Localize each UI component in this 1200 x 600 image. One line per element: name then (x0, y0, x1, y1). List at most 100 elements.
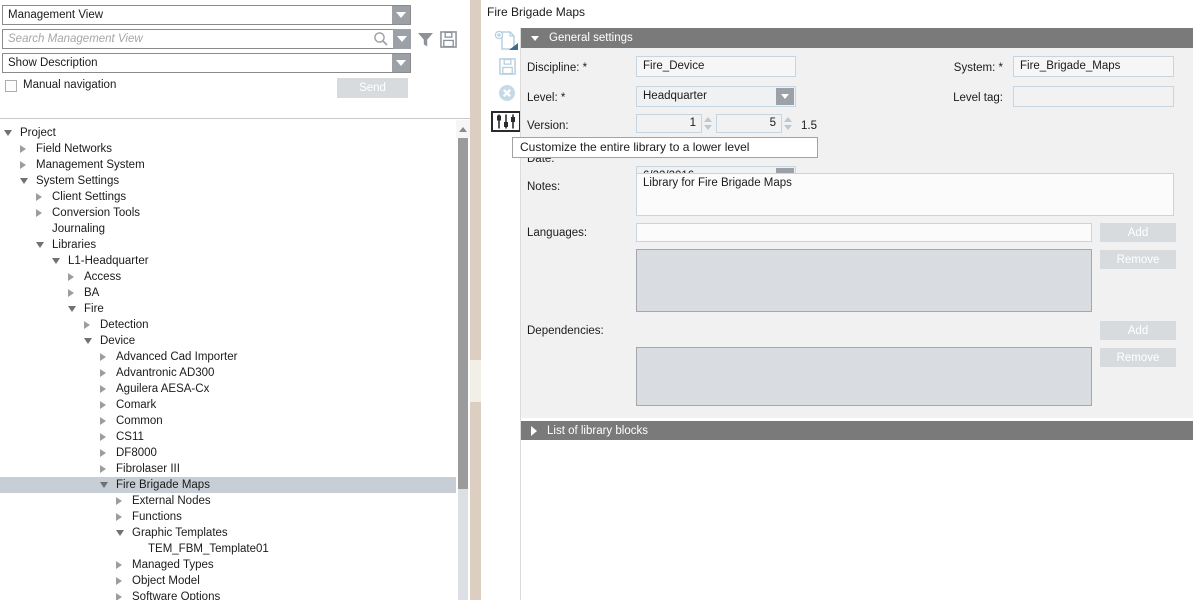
tree-expander-collapsed-icon[interactable] (100, 353, 114, 361)
tree-expander-collapsed-icon[interactable] (100, 401, 114, 409)
notes-field[interactable]: Library for Fire Brigade Maps (636, 173, 1174, 216)
dependencies-add-button[interactable]: Add (1100, 321, 1176, 340)
search-input[interactable] (2, 29, 411, 49)
version-minor-field[interactable]: 5 (716, 114, 782, 133)
tree-item[interactable]: Graphic Templates (0, 525, 456, 541)
level-dropdown-button[interactable] (776, 88, 794, 105)
system-field[interactable]: Fire_Brigade_Maps (1013, 56, 1174, 77)
tree-expander-expanded-icon[interactable] (4, 130, 18, 136)
save-search-button[interactable] (439, 30, 457, 48)
tree-expander-collapsed-icon[interactable] (68, 289, 82, 297)
panel-splitter-handle[interactable] (470, 360, 481, 402)
languages-listbox[interactable] (636, 249, 1092, 312)
tree-expander-expanded-icon[interactable] (20, 178, 34, 184)
management-view-dropdown-button[interactable] (392, 6, 410, 24)
tree-expander-collapsed-icon[interactable] (100, 433, 114, 441)
tree-item[interactable]: Software Options (0, 589, 456, 600)
tree-item[interactable]: Fire Brigade Maps (0, 477, 456, 493)
import-library-button[interactable] (493, 30, 519, 51)
filter-button[interactable] (416, 31, 434, 48)
level-combo[interactable]: Headquarter (636, 86, 796, 107)
tree-item[interactable]: Management System (0, 157, 456, 173)
tree-expander-collapsed-icon[interactable] (20, 161, 34, 169)
send-button[interactable]: Send (337, 78, 408, 98)
languages-input[interactable] (636, 223, 1092, 242)
languages-add-button[interactable]: Add (1100, 223, 1176, 242)
tree-item[interactable]: Fibrolaser III (0, 461, 456, 477)
tree-expander-collapsed-icon[interactable] (116, 577, 130, 585)
tree-item[interactable]: Managed Types (0, 557, 456, 573)
tree-expander-expanded-icon[interactable] (68, 306, 82, 312)
tree-item[interactable]: Device (0, 333, 456, 349)
tree-item[interactable]: Journaling (0, 221, 456, 237)
version-minor-stepper[interactable] (783, 114, 793, 133)
tree-item[interactable]: Libraries (0, 237, 456, 253)
tree-expander-collapsed-icon[interactable] (84, 321, 98, 329)
tree-expander-collapsed-icon[interactable] (68, 273, 82, 281)
tree-item[interactable]: Advanced Cad Importer (0, 349, 456, 365)
tree-expander-collapsed-icon[interactable] (36, 209, 50, 217)
tree-scrollbar-thumb[interactable] (458, 138, 468, 489)
tree-item[interactable]: Advantronic AD300 (0, 365, 456, 381)
management-view-combo[interactable]: Management View (2, 5, 411, 25)
tree-expander-expanded-icon[interactable] (84, 338, 98, 344)
tooltip-text: Customize the entire library to a lower … (520, 140, 749, 154)
tree-item[interactable]: Client Settings (0, 189, 456, 205)
tree-expander-collapsed-icon[interactable] (116, 561, 130, 569)
tree-item[interactable]: L1-Headquarter (0, 253, 456, 269)
tree-item[interactable]: Field Networks (0, 141, 456, 157)
general-settings-header[interactable]: General settings (521, 28, 1193, 48)
tree-item[interactable]: CS11 (0, 429, 456, 445)
tree-item[interactable]: Object Model (0, 573, 456, 589)
version-major-field[interactable]: 1 (636, 114, 702, 133)
tree-scrollbar-up-button[interactable] (456, 120, 470, 138)
show-description-combo[interactable]: Show Description (2, 53, 411, 73)
tree-expander-collapsed-icon[interactable] (100, 417, 114, 425)
tree-scrollbar-track[interactable] (458, 489, 468, 600)
tree-expander-expanded-icon[interactable] (52, 258, 66, 264)
discipline-field[interactable]: Fire_Device (636, 56, 796, 77)
tree-expander-expanded-icon[interactable] (100, 482, 114, 488)
show-description-dropdown-button[interactable] (392, 54, 410, 72)
tree-expander-collapsed-icon[interactable] (116, 497, 130, 505)
tree-item-label: L1-Headquarter (68, 255, 149, 267)
panel-splitter[interactable] (470, 0, 481, 600)
customize-library-button[interactable] (491, 111, 521, 132)
tree-item[interactable]: External Nodes (0, 493, 456, 509)
tree-item[interactable]: Functions (0, 509, 456, 525)
dependencies-listbox[interactable] (636, 347, 1092, 406)
cancel-button[interactable] (498, 84, 516, 102)
level-label: Level: * (527, 88, 565, 108)
tree-item[interactable]: TEM_FBM_Template01 (0, 541, 456, 557)
tree-item[interactable]: Conversion Tools (0, 205, 456, 221)
tree-expander-collapsed-icon[interactable] (100, 369, 114, 377)
manual-navigation-checkbox[interactable] (5, 80, 17, 92)
save-library-button[interactable] (498, 57, 516, 75)
tree-item[interactable]: Project (0, 125, 456, 141)
dependencies-remove-button[interactable]: Remove (1100, 348, 1176, 367)
tree-item[interactable]: DF8000 (0, 445, 456, 461)
languages-remove-button[interactable]: Remove (1100, 250, 1176, 269)
tree-expander-expanded-icon[interactable] (116, 530, 130, 536)
tree-item[interactable]: Access (0, 269, 456, 285)
tree-item[interactable]: System Settings (0, 173, 456, 189)
tree-expander-collapsed-icon[interactable] (116, 513, 130, 521)
tree-expander-expanded-icon[interactable] (36, 242, 50, 248)
manual-navigation-label: Manual navigation (23, 79, 116, 91)
tree-item[interactable]: Comark (0, 397, 456, 413)
tree-expander-collapsed-icon[interactable] (100, 465, 114, 473)
tree-item[interactable]: Common (0, 413, 456, 429)
version-major-stepper[interactable] (703, 114, 713, 133)
tree-item[interactable]: Fire (0, 301, 456, 317)
library-blocks-header[interactable]: List of library blocks (521, 421, 1193, 440)
tree-item[interactable]: Detection (0, 317, 456, 333)
tree-expander-collapsed-icon[interactable] (20, 145, 34, 153)
level-tag-field[interactable] (1013, 86, 1174, 107)
tree-expander-collapsed-icon[interactable] (36, 193, 50, 201)
tree-expander-collapsed-icon[interactable] (100, 449, 114, 457)
search-dropdown-button[interactable] (393, 29, 411, 49)
tree-expander-collapsed-icon[interactable] (116, 593, 130, 600)
tree-item[interactable]: Aguilera AESA-Cx (0, 381, 456, 397)
tree-expander-collapsed-icon[interactable] (100, 385, 114, 393)
tree-item[interactable]: BA (0, 285, 456, 301)
